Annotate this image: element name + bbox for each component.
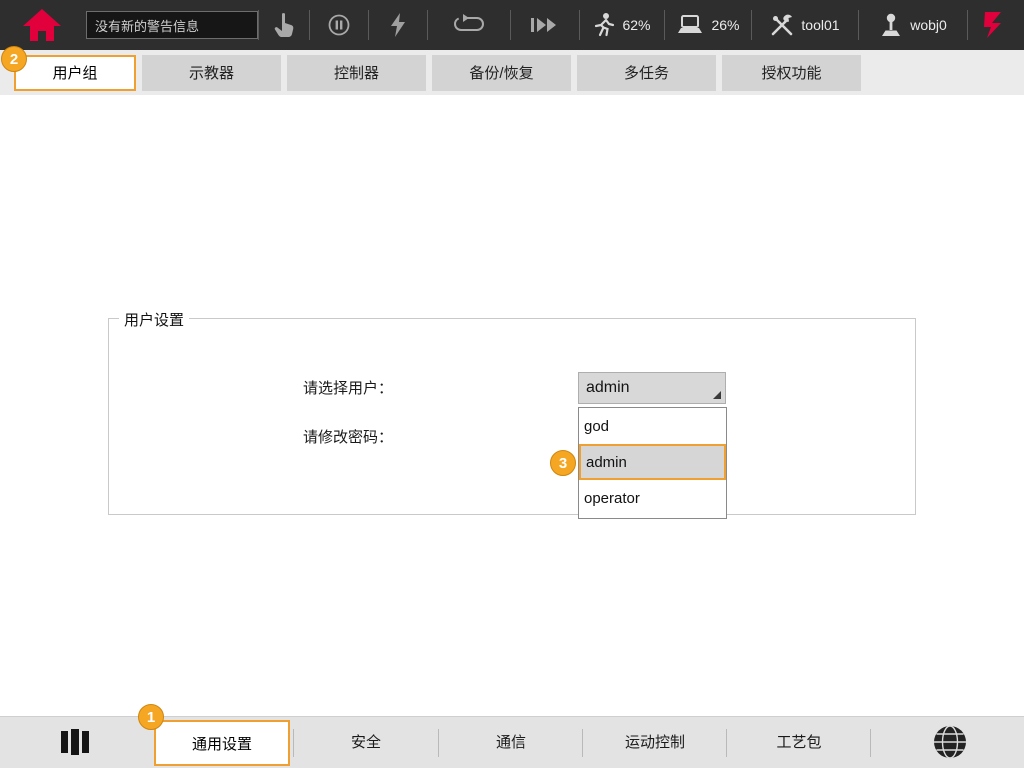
dropdown-option-admin[interactable]: admin [579, 444, 726, 480]
tab-controller[interactable]: 控制器 [287, 55, 426, 91]
select-user-label: 请选择用户： [303, 377, 393, 398]
tab-backup-restore[interactable]: 备份/恢复 [432, 55, 571, 91]
app-menu-bars-icon [58, 727, 92, 757]
house-icon [21, 7, 63, 43]
home-button[interactable] [0, 0, 84, 50]
hand-guide-button[interactable] [259, 0, 309, 50]
alarm-message-text: 没有新的警告信息 [95, 16, 199, 35]
annotation-badge-3: 3 [550, 450, 576, 476]
tab-multitask[interactable]: 多任务 [577, 55, 716, 91]
cycle-mode-button[interactable] [428, 0, 510, 50]
motor-power-button[interactable] [369, 0, 427, 50]
combobox-corner-arrow-icon [713, 391, 721, 399]
wobj-name-value: wobj0 [910, 17, 947, 33]
running-person-icon [593, 12, 615, 38]
speed-status[interactable]: 62% [580, 0, 664, 50]
bottombar-divider [582, 729, 583, 757]
bottombar-divider [726, 729, 727, 757]
globe-icon [931, 723, 969, 761]
jog-button[interactable] [968, 0, 1018, 50]
load-percent-value: 26% [711, 17, 739, 33]
speed-percent-value: 62% [622, 17, 650, 33]
laptop-icon [676, 14, 704, 36]
nav-safety[interactable]: 安全 [295, 731, 437, 752]
user-select-combobox[interactable]: admin [578, 372, 726, 404]
language-globe-button[interactable] [931, 723, 969, 761]
nav-communication[interactable]: 通信 [440, 731, 582, 752]
bottombar-divider [293, 729, 294, 757]
workobject-status[interactable]: wobj0 [859, 0, 967, 50]
user-select-dropdown-list: god admin operator [578, 407, 727, 519]
alarm-message-box[interactable]: 没有新的警告信息 [86, 11, 258, 39]
lightning-icon [389, 12, 407, 38]
user-settings-groupbox: 用户设置 [108, 318, 916, 515]
hand-guide-icon [273, 12, 295, 38]
teach-pendant-screen: 没有新的警告信息 [0, 0, 1024, 768]
nav-process-package[interactable]: 工艺包 [728, 731, 870, 752]
app-menu-button[interactable] [58, 727, 92, 757]
step-mode-button[interactable] [511, 0, 579, 50]
nav-motion-control[interactable]: 运动控制 [584, 731, 726, 752]
nav-general-settings[interactable]: 通用设置 [154, 720, 290, 766]
jog-red-icon [982, 10, 1004, 40]
tab-authorization[interactable]: 授权功能 [722, 55, 861, 91]
pause-icon [327, 13, 351, 37]
annotation-badge-1: 1 [138, 704, 164, 730]
change-password-label: 请修改密码： [303, 426, 393, 447]
groupbox-title: 用户设置 [119, 309, 189, 330]
step-forward-icon [530, 16, 560, 34]
dropdown-option-god[interactable]: god [579, 408, 726, 444]
joystick-icon [879, 12, 903, 38]
pause-button[interactable] [310, 0, 368, 50]
wrench-icon [770, 13, 794, 37]
tool-name-value: tool01 [801, 17, 839, 33]
bottombar-divider [870, 729, 871, 757]
tab-teach-pendant[interactable]: 示教器 [142, 55, 281, 91]
user-select-value: admin [586, 379, 630, 397]
main-content: 用户设置 请选择用户： 请修改密码： admin god admin opera… [0, 95, 1024, 716]
cycle-mode-icon [453, 14, 485, 36]
bottombar-divider [438, 729, 439, 757]
settings-tab-bar: 用户组 示教器 控制器 备份/恢复 多任务 授权功能 [0, 50, 1024, 95]
tool-status[interactable]: tool01 [752, 0, 858, 50]
top-status-bar: 没有新的警告信息 [0, 0, 1024, 50]
annotation-badge-2: 2 [1, 46, 27, 72]
tab-user-group[interactable]: 用户组 [14, 55, 136, 91]
controller-load-status[interactable]: 26% [665, 0, 751, 50]
dropdown-option-operator[interactable]: operator [579, 480, 726, 516]
